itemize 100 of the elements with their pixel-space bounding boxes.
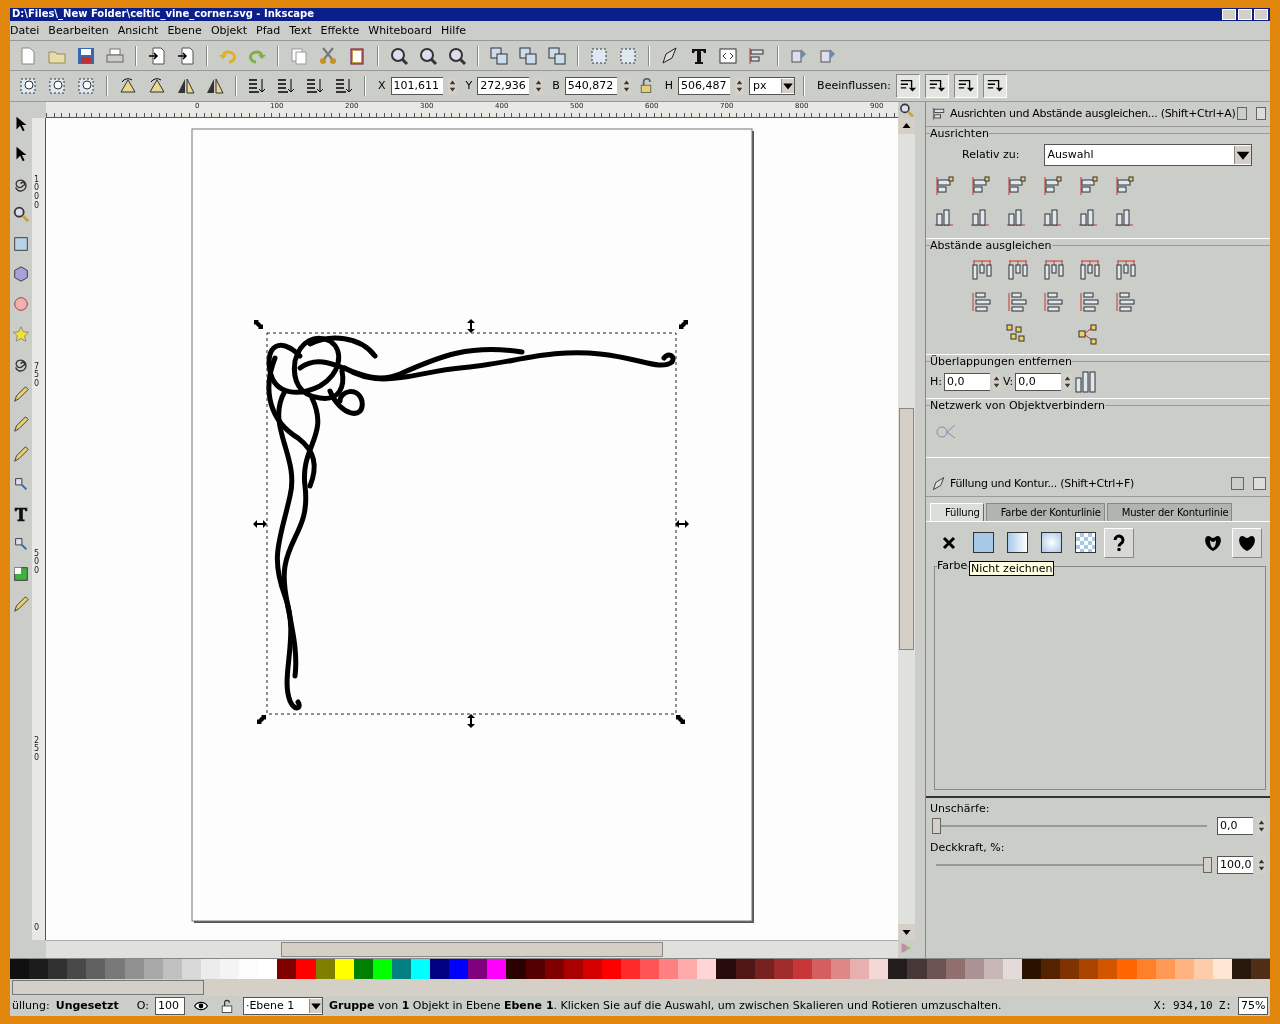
scale-handle[interactable] [467, 713, 475, 728]
pencil-icon[interactable] [12, 383, 30, 404]
star-icon[interactable] [12, 323, 30, 344]
color-swatch[interactable] [888, 958, 908, 979]
number-field[interactable]: 0,0 [944, 372, 990, 391]
color-swatch[interactable] [582, 958, 602, 979]
unset-fill-button[interactable] [1104, 527, 1134, 558]
import-icon[interactable] [147, 45, 167, 66]
dock-button[interactable] [1231, 477, 1244, 491]
nonzero-rule-button[interactable] [1232, 527, 1262, 558]
color-swatch[interactable] [525, 958, 545, 979]
color-swatch[interactable] [487, 958, 507, 979]
color-swatch[interactable] [334, 958, 354, 979]
color-swatch[interactable] [811, 958, 832, 979]
distribute-icon[interactable] [1114, 257, 1138, 282]
spin-arrows-icon[interactable] [1257, 816, 1266, 835]
scroll-down-icon[interactable] [898, 923, 915, 940]
color-swatch[interactable] [410, 958, 431, 979]
zoom-icon[interactable] [898, 101, 915, 118]
rotate-icon[interactable] [147, 75, 167, 96]
color-swatch[interactable] [1251, 958, 1270, 979]
color-swatch[interactable] [315, 958, 335, 979]
number-field[interactable]: 101,611 [390, 76, 443, 95]
color-swatch[interactable] [601, 958, 621, 979]
color-swatch[interactable] [372, 958, 392, 979]
menu-item[interactable]: Whiteboard [368, 23, 441, 37]
affect-toggle[interactable] [954, 73, 979, 98]
affect-toggle[interactable] [983, 73, 1008, 98]
zoom-icon[interactable] [447, 45, 467, 66]
color-swatch[interactable] [48, 958, 68, 979]
color-swatch[interactable] [1232, 958, 1252, 979]
color-swatch[interactable] [640, 958, 660, 979]
printer-icon[interactable] [105, 45, 125, 66]
spin-arrows-icon[interactable] [621, 76, 631, 95]
scale-handle[interactable] [253, 519, 267, 528]
selection-box-icon[interactable] [589, 45, 609, 66]
color-swatch[interactable] [239, 958, 259, 979]
scissors-icon[interactable] [318, 45, 338, 66]
dock-button[interactable] [1236, 107, 1247, 121]
distribute-icon[interactable] [1114, 289, 1138, 314]
color-swatch[interactable] [563, 958, 583, 979]
affect-toggle[interactable] [896, 73, 921, 98]
zoom-icon[interactable] [389, 45, 409, 66]
color-swatch[interactable] [277, 958, 297, 979]
spin-arrows-icon[interactable] [1063, 372, 1073, 391]
maximize-button[interactable] [1238, 8, 1252, 20]
distribute-icon[interactable] [1042, 257, 1066, 282]
menu-item[interactable]: Hilfe [441, 23, 476, 37]
color-swatch[interactable] [124, 958, 144, 979]
menu-item[interactable]: Objekt [210, 23, 257, 37]
vertical-scrollbar[interactable] [898, 117, 915, 940]
color-swatch[interactable] [1193, 958, 1213, 979]
number-field[interactable]: 0,0 [1015, 372, 1062, 391]
menu-item[interactable]: Ebene [167, 23, 211, 37]
select-all-icon[interactable] [47, 75, 67, 96]
color-swatch[interactable] [792, 958, 812, 979]
tab[interactable]: Muster der Konturlinie [1106, 502, 1233, 521]
scale-handle[interactable] [679, 319, 688, 329]
color-swatch[interactable] [258, 958, 278, 979]
xml-editor-icon[interactable] [718, 45, 738, 66]
slider-thumb[interactable] [932, 817, 941, 834]
relative-dropdown[interactable]: Auswahl [1043, 143, 1252, 166]
color-swatch[interactable] [506, 958, 526, 979]
opacity-field[interactable]: 100 [154, 996, 185, 1015]
color-swatch[interactable] [430, 958, 450, 979]
color-swatch[interactable] [181, 958, 201, 979]
number-field[interactable]: 272,936 [477, 76, 530, 95]
color-swatch[interactable] [220, 958, 240, 979]
export-icon[interactable] [176, 45, 196, 66]
spin-arrows-icon[interactable] [534, 76, 544, 95]
color-swatch[interactable] [353, 958, 373, 979]
menu-item[interactable]: Ansicht [117, 23, 168, 37]
scale-handle[interactable] [257, 714, 266, 724]
spin-arrows-icon[interactable] [992, 372, 1001, 391]
color-swatch[interactable] [869, 958, 889, 979]
color-swatch[interactable] [754, 958, 774, 979]
color-swatch[interactable] [391, 958, 411, 979]
color-swatch[interactable] [1117, 958, 1137, 979]
box-3d-icon[interactable] [12, 263, 30, 284]
group-icon[interactable] [518, 45, 538, 66]
color-swatch[interactable] [143, 958, 163, 979]
distribute-icon[interactable] [970, 257, 994, 282]
number-field[interactable]: 540,872 [564, 76, 617, 95]
color-swatch[interactable] [926, 958, 946, 979]
color-swatch[interactable] [200, 958, 221, 979]
distribute-icon[interactable] [1006, 289, 1030, 314]
color-swatch[interactable] [621, 958, 641, 979]
color-swatch[interactable] [983, 958, 1003, 979]
number-field[interactable]: 100,0 [1217, 855, 1253, 874]
minimize-button[interactable] [1222, 8, 1236, 20]
selection-box-icon[interactable] [618, 45, 638, 66]
select-all-icon[interactable] [18, 75, 38, 96]
color-swatch[interactable] [1212, 958, 1232, 979]
color-swatch[interactable] [716, 958, 736, 979]
distribute-icon[interactable] [1078, 257, 1102, 282]
color-swatch[interactable] [735, 958, 755, 979]
tab[interactable]: Füllung [930, 502, 984, 521]
color-swatch[interactable] [850, 958, 870, 979]
zoom-field[interactable]: 75% [1238, 996, 1268, 1015]
color-swatch[interactable] [1174, 958, 1194, 979]
